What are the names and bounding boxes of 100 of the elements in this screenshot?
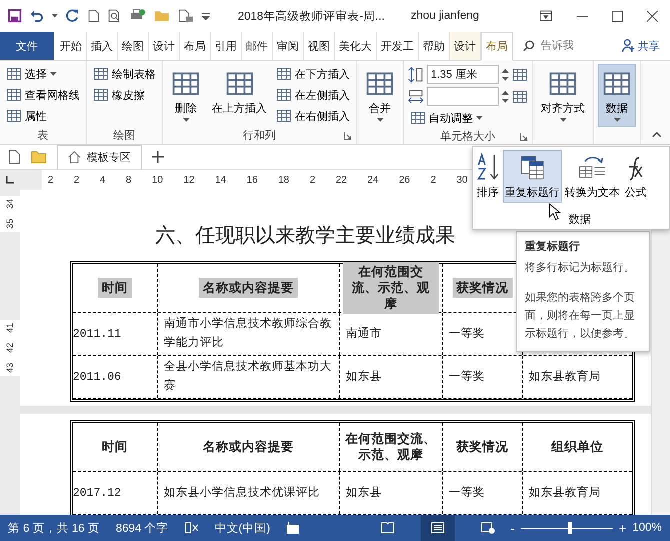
ribbon-button[interactable]: 合并 <box>361 64 399 127</box>
person-add-icon <box>622 39 635 53</box>
table-cell-text: 如东县 <box>346 486 382 500</box>
menu-button[interactable]: 公式 <box>623 150 649 203</box>
zoom-out-button[interactable]: - <box>510 520 515 536</box>
formula-icon <box>628 157 644 181</box>
ribbon-button[interactable]: 数据 <box>598 64 636 127</box>
header-cell-text: 在何范围交流、示范、观摩 <box>344 431 438 463</box>
ribbon-tab[interactable]: 布局 <box>481 32 513 61</box>
ribbon-tab[interactable]: 引用 <box>211 32 242 60</box>
ribbon-tab[interactable]: 绘图 <box>118 32 149 60</box>
undo-icon[interactable] <box>30 9 44 23</box>
ribbon-tab[interactable]: 视图 <box>304 32 335 60</box>
customize-icon[interactable] <box>202 12 210 20</box>
tooltip-text: 如果您的表格跨多个页面，则将在每一页上显示标题行，以便参考。 <box>525 291 636 342</box>
ribbon-button[interactable]: 在上方插入 <box>208 64 271 127</box>
group-label: 单元格大小 <box>440 130 496 144</box>
width-field[interactable] <box>427 87 499 106</box>
ribbon-button[interactable]: 删除 <box>167 64 205 127</box>
proofing-icon[interactable] <box>184 522 199 534</box>
ribbon-display-icon[interactable] <box>539 10 553 22</box>
table-cell-text: 南通市 <box>346 326 382 342</box>
dialog-launcher-icon[interactable] <box>344 132 352 140</box>
horizontal-ruler[interactable]: 2 2 4 8 10 12 14 16 18 2 22 24 26 2 30 <box>42 170 474 190</box>
save-icon[interactable] <box>8 9 22 23</box>
menu-button[interactable]: 重复标题行 <box>503 150 562 203</box>
page-count[interactable]: 第 6 页，共 16 页 <box>8 520 100 536</box>
table-cell-text: 全县小学信息技术教师基本功大赛 <box>164 360 333 394</box>
ribbon-tab[interactable]: 布局 <box>180 32 211 60</box>
ribbon-button[interactable]: 属性 <box>4 106 82 126</box>
table-icon <box>6 66 22 82</box>
ribbon-button[interactable]: 橡皮擦 <box>91 85 158 105</box>
ribbon-tab[interactable]: 开始 <box>56 32 87 60</box>
ribbon-tab[interactable]: 审阅 <box>273 32 304 60</box>
table-cell-text: 如东县小学信息技术优课评比 <box>164 486 320 500</box>
maximize-icon[interactable] <box>612 10 623 22</box>
ribbon-tab[interactable]: 美化大 <box>335 32 377 60</box>
header-cell: 获奖情况 <box>452 278 512 298</box>
add-tab-icon[interactable] <box>152 151 164 163</box>
autofit-button[interactable]: 自动调整 <box>408 108 528 128</box>
caret-icon[interactable] <box>52 14 58 18</box>
header-cell: 组织单位 <box>552 439 604 455</box>
table-icon <box>93 66 109 82</box>
search-icon <box>523 40 535 52</box>
web-page-icon <box>480 522 495 534</box>
window-title: 2018年高级教师评审表-周... <box>238 9 385 24</box>
ribbon-tab[interactable]: 邮件 <box>242 32 273 60</box>
vertical-ruler: 34 35 41 42 43 <box>0 190 20 515</box>
document-icon[interactable] <box>178 9 194 23</box>
menu-group-label: 数据 <box>569 213 591 228</box>
height-field[interactable]: 1.35 厘米 <box>427 65 499 84</box>
ribbon-tab[interactable]: 文件 <box>0 32 54 60</box>
table-icon <box>276 66 292 82</box>
zoom-in-button[interactable]: + <box>618 520 627 536</box>
ribbon-button[interactable]: 在右侧插入 <box>274 106 352 126</box>
header-cell: 名称或内容提要 <box>203 439 294 455</box>
view-button[interactable] <box>420 515 455 541</box>
header-cell: 获奖情况 <box>456 439 508 455</box>
spinner-arrows-icon[interactable] <box>502 90 509 104</box>
table-cell-text: 一等奖 <box>449 370 485 384</box>
ribbon-tab[interactable]: 开发工 <box>377 32 419 60</box>
close-icon[interactable] <box>647 10 658 22</box>
header-cell: 在何范围交流、示范、观摩 <box>343 262 439 314</box>
document-icon[interactable] <box>8 149 21 165</box>
ribbon-tab[interactable]: 设计 <box>149 32 180 60</box>
page-icon <box>430 522 445 534</box>
table-icon <box>6 87 22 103</box>
ribbon-button[interactable]: 选择 <box>4 64 82 84</box>
redo-icon[interactable] <box>66 9 80 23</box>
zoom-level[interactable]: 100% <box>632 522 662 534</box>
column-width-icon <box>408 88 424 104</box>
group-label: 表 <box>38 129 48 143</box>
table-icon <box>410 110 426 126</box>
document-icon[interactable] <box>88 9 100 23</box>
menu-button[interactable]: 排序 <box>474 150 502 203</box>
repeat-header-icon <box>520 153 546 181</box>
tell-me-field[interactable]: 告诉我 <box>541 40 581 52</box>
share-button[interactable]: 共享 <box>622 32 670 60</box>
menu-button[interactable]: 转换为文本 <box>563 150 622 203</box>
ribbon-button[interactable]: 绘制表格 <box>91 64 158 84</box>
home-icon <box>68 151 81 164</box>
spinner-arrows-icon[interactable] <box>502 68 509 82</box>
ribbon-button[interactable]: 在左侧插入 <box>274 85 352 105</box>
print-preview-icon[interactable] <box>108 9 122 23</box>
ribbon-tab[interactable]: 插入 <box>87 32 118 60</box>
group-label: 行和列 <box>243 129 276 143</box>
collapse-icon[interactable] <box>652 132 662 138</box>
ribbon-button[interactable]: 在下方插入 <box>274 64 352 84</box>
ribbon-tab[interactable]: 设计 <box>450 32 481 60</box>
ribbon-button[interactable]: 对齐方式 <box>537 64 589 127</box>
book-icon <box>380 522 395 534</box>
ribbon-button[interactable]: 查看网格线 <box>4 85 82 105</box>
dialog-launcher-icon[interactable] <box>520 133 528 141</box>
table-icon <box>6 108 22 124</box>
table-icon <box>93 87 109 103</box>
distribute-columns-icon <box>512 88 528 104</box>
pointer-cursor-icon <box>549 203 561 221</box>
document-heading: 六、任现职以来教学主要业绩成果 <box>156 224 456 249</box>
word-count[interactable]: 8694 个字 <box>116 520 169 536</box>
language[interactable]: 中文(中国) <box>214 520 270 536</box>
